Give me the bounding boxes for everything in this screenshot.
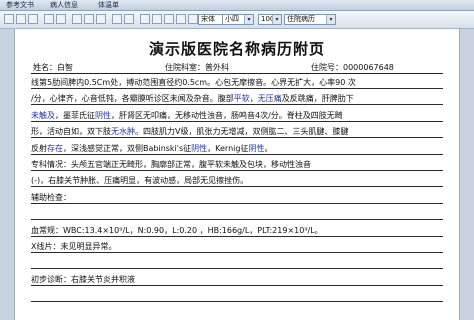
chevron-down-icon: ▾ [244,15,253,24]
record-line[interactable]: /分，心律齐，心音低钝，各瓣膜听诊区未闻及杂音。腹部平软，无压痛及反跳痛，肝脾肋… [31,94,443,106]
highlighted-term: 阴性 [248,143,265,153]
line-text: 专科情况：头颅五官端正无畸形，胸廓部正常，腹平软未触及包块，移动性浊音 [31,160,311,169]
save-icon[interactable] [28,14,38,24]
highlighted-term: 无水肿 [111,127,135,137]
record-line[interactable]: X线片：未见明显异常。 [31,242,443,253]
highlighted-term: 平软 [233,94,250,104]
underline-icon[interactable] [164,14,174,24]
record-line[interactable] [31,209,443,221]
line-text: X线片：未见明显异常。 [31,242,117,251]
record-line[interactable]: (-)，右膝关节肿胀、压痛明显，有波动感，局部无见擦挫伤。 [31,176,443,188]
line-text: 血常规：WBC:13.4×10⁹/L，N:0.90，L:0.20 ，HB:166… [31,225,323,235]
highlighted-term: 未触及 [31,110,55,120]
line-text: ，肝肾区无叩痛，无移动性浊音，肠鸣音4次/分。脊柱及四肢无畸 [111,110,343,120]
tab-bar: 参考文书 病人信息 体温单 [0,0,474,11]
line-text: ，深浅感觉正常，双侧Babinski's征 [63,143,192,153]
line-text: 反射 [31,143,47,153]
record-line[interactable]: 形，活动自如，双下肢无水肿。四肢肌力V级，肌张力无增减，双侧肱二、三头肌腱、膝腱 [31,127,443,139]
chevron-down-icon: ▾ [272,15,281,24]
record-line[interactable]: 辅助检查： [31,193,443,204]
patient-name: 姓名：白智 [33,63,73,72]
line-text: 初步诊断：右膝关节炎并积液 [31,274,135,284]
document-page[interactable]: 演示版医院名称病历附页 姓名：白智 住院科室：普外科 住院号：000006764… [14,29,460,320]
preview-icon[interactable] [56,14,66,24]
align-icon[interactable] [176,14,186,24]
zoom-select[interactable]: 100% ▾ [258,14,282,25]
formatting-toolbar: 宋体 ▾ 小四 ▾ 100%▾ 住院病历 ▾ [0,11,474,29]
undo-icon[interactable] [112,14,122,24]
cut-icon[interactable] [72,14,82,24]
header-divider [31,73,443,74]
line-text: (-)，右膝关节肿胀、压痛明显，有波动感，局部无见擦挫伤。 [31,176,249,186]
record-line[interactable] [31,258,443,270]
highlighted-term: 阴性 [191,143,208,153]
highlighted-term: 存在 [47,143,63,153]
record-line[interactable] [31,291,443,303]
line-text: 线第5肋间脾内0.5Cm处，搏动范围直径约0.5cm。心包无摩擦音。心界无扩大，… [31,78,356,87]
page-title: 演示版医院名称病历附页 [148,40,325,58]
record-line[interactable]: 初步诊断：右膝关节炎并积液 [31,275,443,286]
font-size-select[interactable]: 小四 ▾ [222,14,254,25]
doc-type-select[interactable]: 住院病历 ▾ [284,14,336,25]
table-icon[interactable] [188,14,198,24]
highlighted-term: 无压痛 [257,94,282,104]
font-size-value: 小四 [225,15,239,23]
record-line[interactable]: 未触及，墨菲氏征阴性，肝肾区无叩痛，无移动性浊音，肠鸣音4次/分。脊柱及四肢无畸 [31,111,443,122]
paste-icon[interactable] [96,14,106,24]
line-text: ，Kernig征 [207,143,249,153]
department: 住院科室：普外科 [165,63,229,72]
line-text: 。四肢肌力V级，肌张力无增减，双侧肱二、三头肌腱、膝腱 [135,127,349,137]
tab-patient-info[interactable]: 病人信息 [50,0,78,10]
line-text: /分，心律齐，心音低钝，各瓣膜听诊区未闻及杂音。腹部 [31,94,234,104]
print-icon[interactable] [44,14,54,24]
bold-icon[interactable] [140,14,150,24]
open-doc-icon[interactable] [16,14,26,24]
font-name-value: 宋体 [201,15,215,23]
line-text: 辅助检查： [31,192,71,202]
redo-icon[interactable] [124,14,134,24]
record-line[interactable]: 血常规：WBC:13.4×10⁹/L，N:0.90，L:0.20 ，HB:166… [31,226,443,237]
record-line[interactable]: 反射存在，深浅感觉正常，双侧Babinski's征阴性，Kernig征阴性。 [31,144,443,155]
line-text: 形，活动自如，双下肢 [31,127,111,137]
scrollbar[interactable] [460,29,474,320]
line-text: ， [249,94,258,104]
tab-temperature-chart[interactable]: 体温单 [98,0,119,10]
chevron-down-icon: ▾ [326,15,335,24]
tab-reference-docs[interactable]: 参考文书 [6,0,34,10]
highlighted-term: 阴性 [95,110,111,120]
new-doc-icon[interactable] [4,14,14,24]
inpatient-number: 住院号：0000067648 [311,63,394,72]
line-text: ，墨菲氏征 [55,110,95,120]
doc-type-value: 住院病历 [287,15,315,23]
line-text: 及反跳痛，肝脾肋下 [281,94,354,104]
line-text: 。 [264,143,273,153]
copy-icon[interactable] [84,14,94,24]
italic-icon[interactable] [152,14,162,24]
record-line[interactable]: 专科情况：头颅五官端正无畸形，胸廓部正常，腹平软未触及包块，移动性浊音 [31,160,443,171]
record-line[interactable]: 线第5肋间脾内0.5Cm处，搏动范围直径约0.5cm。心包无摩擦音。心界无扩大，… [31,78,443,89]
